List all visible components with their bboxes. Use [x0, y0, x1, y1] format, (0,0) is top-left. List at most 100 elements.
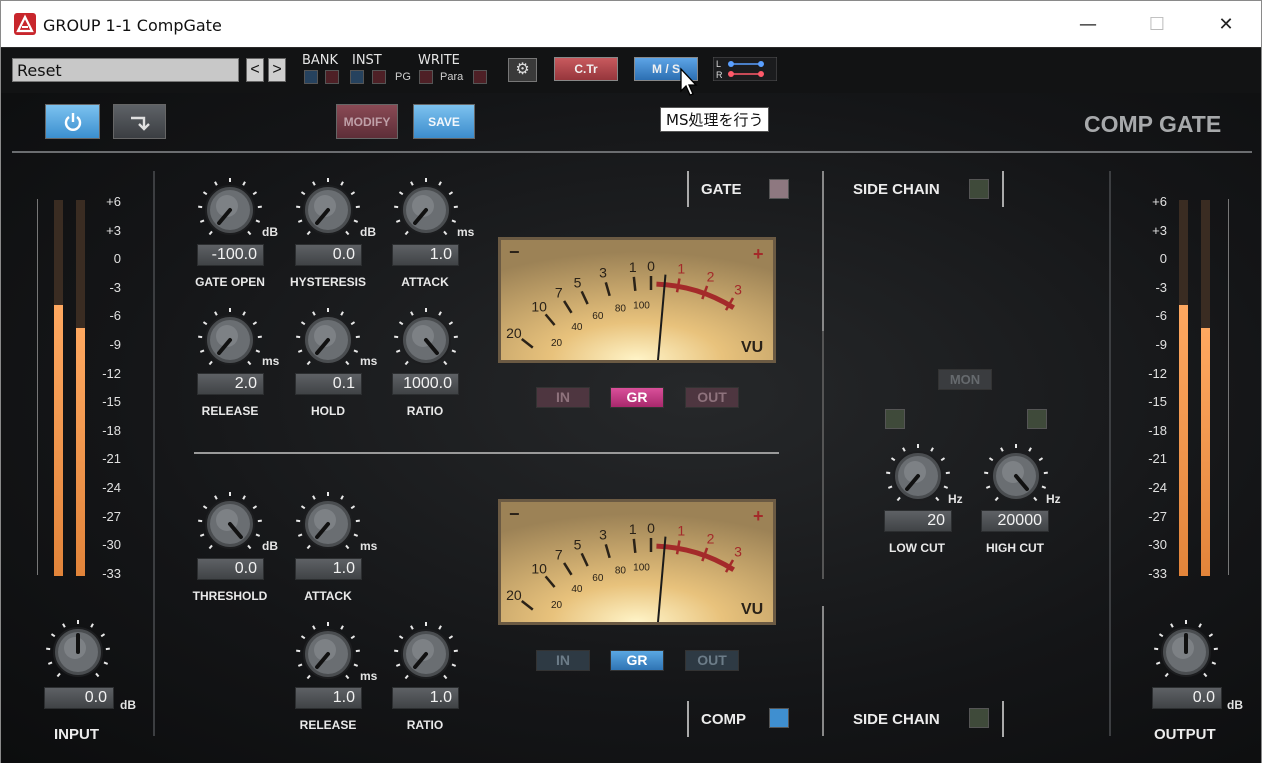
bypass-button[interactable]	[113, 104, 166, 139]
gate-sidechain-toggle[interactable]	[969, 179, 989, 199]
comp-release-value[interactable]: 1.0	[295, 687, 362, 709]
input-scale-tick: -27	[102, 508, 121, 524]
threshold-value[interactable]: 0.0	[197, 558, 264, 580]
input-scale-tick: -33	[102, 565, 121, 581]
input-gain-value[interactable]: 0.0	[44, 687, 114, 709]
hold-value[interactable]: 0.1	[295, 373, 362, 395]
plugin-window: GROUP 1-1 CompGate — ☐ ✕ Reset < > BANK …	[0, 0, 1262, 763]
high-cut-knob[interactable]	[983, 443, 1049, 509]
gate-release-value[interactable]: 2.0	[197, 373, 264, 395]
output-divider	[1109, 171, 1111, 736]
comp-meter-in-button[interactable]: IN	[536, 650, 590, 671]
input-scale-tick: +3	[106, 222, 121, 238]
comp-sidechain-toggle[interactable]	[969, 708, 989, 728]
mouse-cursor-icon	[680, 67, 698, 96]
svg-text:+: +	[753, 506, 764, 526]
threshold-label: THRESHOLD	[192, 589, 268, 603]
bank-select-b[interactable]	[325, 70, 339, 84]
modify-button[interactable]: MODIFY	[336, 104, 398, 139]
svg-text:20: 20	[506, 325, 522, 341]
input-meter-ticks	[37, 199, 41, 575]
output-meter-ticks	[1225, 199, 1229, 575]
gate-meter-in-button[interactable]: IN	[536, 387, 590, 408]
write-label: WRITE	[418, 53, 460, 68]
sidechain-monitor-button[interactable]: MON	[938, 369, 992, 390]
input-meter-left-fill	[54, 305, 63, 576]
output-scale-tick: -24	[1148, 480, 1167, 495]
low-cut-value[interactable]: 20	[884, 510, 952, 532]
output-scale-tick: -18	[1148, 422, 1167, 438]
maximize-button[interactable]: ☐	[1122, 1, 1192, 47]
ctr-button[interactable]: C.Tr	[554, 57, 618, 81]
gate-release-knob[interactable]	[197, 307, 263, 373]
input-scale-tick: -3	[109, 279, 121, 295]
hold-label: HOLD	[311, 404, 345, 418]
svg-text:3: 3	[599, 527, 607, 543]
gate-attack-knob[interactable]	[393, 177, 459, 243]
comp-enable-toggle[interactable]	[769, 708, 789, 728]
gate-enable-toggle[interactable]	[769, 179, 789, 199]
svg-text:40: 40	[571, 584, 583, 595]
comp-vu-display: 201075310123020406080100−+VU	[501, 502, 773, 703]
high-cut-enable-toggle[interactable]	[1027, 409, 1047, 429]
write-para-toggle[interactable]	[473, 70, 487, 84]
lr-routing-icon[interactable]: L R	[713, 57, 777, 81]
hold-knob[interactable]	[295, 307, 361, 373]
para-label: Para	[440, 71, 464, 83]
output-gain-knob[interactable]	[1153, 619, 1219, 685]
lr-r-label: R	[716, 70, 723, 80]
svg-text:20: 20	[551, 338, 563, 349]
svg-text:1: 1	[677, 523, 685, 539]
gate-comp-divider	[194, 452, 779, 454]
gate-meter-out-button[interactable]: OUT	[685, 387, 739, 408]
comp-attack-value[interactable]: 1.0	[295, 558, 362, 580]
comp-attack-knob[interactable]	[295, 491, 361, 557]
gate-meter-gr-button[interactable]: GR	[610, 387, 664, 408]
input-gain-knob[interactable]	[45, 619, 111, 685]
high-cut-value[interactable]: 20000	[981, 510, 1049, 532]
power-button[interactable]	[45, 104, 100, 139]
gate-attack-value[interactable]: 1.0	[392, 244, 459, 266]
comp-meter-out-button[interactable]: OUT	[685, 650, 739, 671]
power-icon	[64, 112, 81, 131]
bank-select-a[interactable]	[304, 70, 318, 84]
comp-ratio-knob[interactable]	[393, 621, 459, 687]
gate-open-knob[interactable]	[197, 177, 263, 243]
svg-text:40: 40	[571, 322, 583, 333]
low-cut-enable-toggle[interactable]	[885, 409, 905, 429]
hysteresis-knob[interactable]	[295, 177, 361, 243]
gate-ratio-value[interactable]: 1000.0	[392, 373, 459, 395]
threshold-knob[interactable]	[197, 491, 263, 557]
input-scale-tick: -30	[102, 537, 121, 553]
preset-next-button[interactable]: >	[268, 58, 286, 82]
inst-select-a[interactable]	[350, 70, 364, 84]
sidechain-divider-mid	[822, 331, 824, 579]
svg-text:3: 3	[734, 543, 742, 559]
preset-prev-button[interactable]: <	[246, 58, 264, 82]
comp-label-divider	[687, 701, 689, 737]
settings-gear-icon[interactable]: ⚙	[508, 58, 537, 82]
gate-open-value[interactable]: -100.0	[197, 244, 264, 266]
output-scale-tick: -12	[1148, 365, 1167, 381]
close-button[interactable]: ✕	[1191, 1, 1261, 47]
svg-text:100: 100	[633, 562, 650, 573]
comp-meter-gr-button[interactable]: GR	[610, 650, 664, 671]
gate-ratio-knob[interactable]	[393, 307, 459, 373]
output-scale-tick: -21	[1148, 451, 1167, 467]
comp-ratio-value[interactable]: 1.0	[392, 687, 459, 709]
preset-name-field[interactable]: Reset	[12, 58, 239, 82]
gate-release-label: RELEASE	[201, 404, 259, 418]
svg-text:3: 3	[599, 265, 607, 281]
header-divider	[12, 151, 1252, 153]
write-pg-toggle[interactable]	[419, 70, 433, 84]
high-cut-unit: Hz	[1046, 492, 1061, 506]
minimize-button[interactable]: —	[1053, 1, 1123, 47]
inst-select-b[interactable]	[372, 70, 386, 84]
pg-label: PG	[395, 71, 411, 83]
output-gain-value[interactable]: 0.0	[1152, 687, 1222, 709]
hysteresis-value[interactable]: 0.0	[295, 244, 362, 266]
input-scale-tick: -15	[102, 394, 121, 410]
comp-release-knob[interactable]	[295, 621, 361, 687]
save-button[interactable]: SAVE	[413, 104, 475, 139]
low-cut-knob[interactable]	[885, 443, 951, 509]
